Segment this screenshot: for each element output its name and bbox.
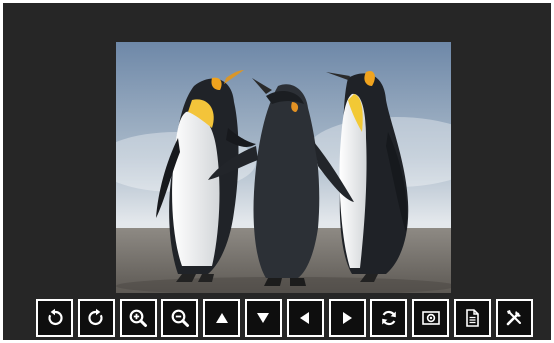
rotate-cw-icon xyxy=(88,308,103,326)
next-button[interactable] xyxy=(328,299,366,337)
zoom-out-button[interactable] xyxy=(161,299,199,337)
triangle-right-icon xyxy=(343,312,353,324)
image-viewer xyxy=(3,3,551,340)
document-icon xyxy=(466,309,480,327)
actual-size-button[interactable] xyxy=(412,299,450,337)
triangle-left-icon xyxy=(300,312,310,324)
move-down-button[interactable] xyxy=(244,299,282,337)
zoom-in-icon xyxy=(129,309,148,327)
rotate-left-button[interactable] xyxy=(36,299,73,337)
refresh-icon xyxy=(382,310,396,326)
previous-button[interactable] xyxy=(286,299,324,337)
viewer-toolbar xyxy=(36,299,533,337)
zoom-in-button[interactable] xyxy=(119,299,157,337)
penguins-image xyxy=(116,42,451,293)
triangle-up-icon xyxy=(215,313,228,323)
triangle-down-icon xyxy=(257,313,270,323)
penguins-photo[interactable] xyxy=(116,42,451,293)
rotate-ccw-icon xyxy=(47,308,63,326)
actual-size-icon xyxy=(421,311,440,325)
zoom-out-icon xyxy=(171,309,189,327)
info-button[interactable] xyxy=(453,299,491,337)
tools-icon xyxy=(506,310,522,326)
reset-button[interactable] xyxy=(370,299,408,337)
rotate-right-button[interactable] xyxy=(77,299,115,337)
settings-button[interactable] xyxy=(495,299,533,337)
move-up-button[interactable] xyxy=(203,299,241,337)
